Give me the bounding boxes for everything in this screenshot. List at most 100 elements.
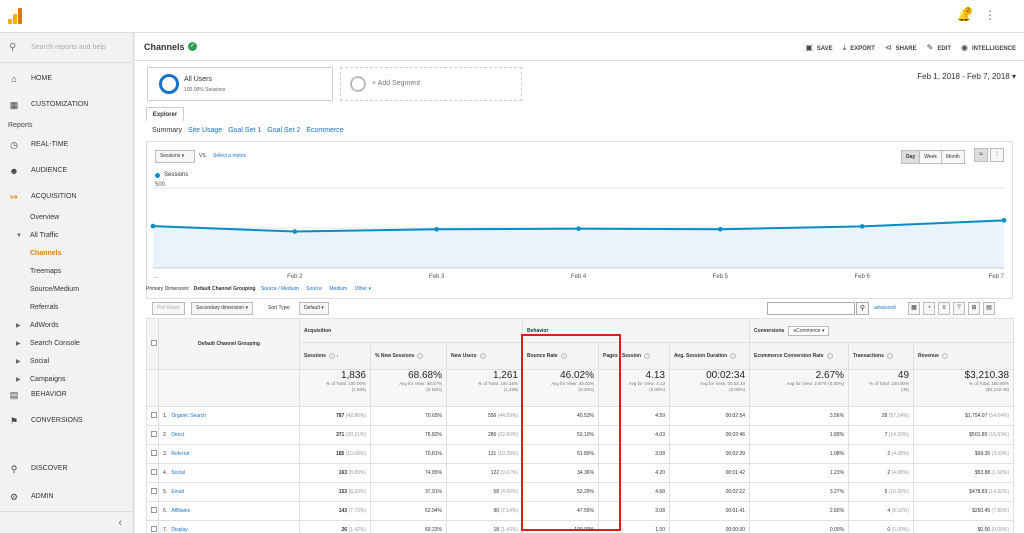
dimension-medium[interactable]: Medium [329,286,347,292]
performance-view-icon[interactable]: ≡ [938,302,950,315]
sidebar-item-conversions[interactable]: ⚑ CONVERSIONS [0,409,134,433]
subtab-goal-set-2[interactable]: Goal Set 2 [267,127,300,134]
help-icon[interactable]: ? [730,353,737,359]
table-cell: 6. Affiliates [158,501,300,521]
x-tick-label: Feb 6 [854,274,870,280]
table-search-icon[interactable]: ⚲ [856,302,869,315]
clock-icon: ◷ [10,140,18,150]
sort-type-dropdown[interactable]: Default ▾ [299,302,329,315]
sidebar-item-audience[interactable]: ☻ AUDIENCE [0,159,134,183]
help-icon[interactable]: ? [644,353,651,359]
table-group-header: Default Channel Grouping Acquisition Beh… [146,318,1015,370]
comparison-view-icon[interactable]: ⊤ [953,302,965,315]
line-chart-icon[interactable]: ≈ [974,148,988,162]
subtab-site-usage[interactable]: Site Usage [188,127,222,134]
select-all-cell[interactable] [146,318,159,370]
help-icon[interactable]: ? [886,353,893,359]
channel-link[interactable]: Referral [171,451,189,457]
month-button[interactable]: Month [941,151,964,163]
table-cell: 163 (8.88%) [299,463,371,483]
week-button[interactable]: Week [920,151,942,163]
help-icon[interactable]: ? [479,353,486,359]
date-range-picker[interactable]: Feb 1, 2018 - Feb 7, 2018 ▾ [917,72,1016,81]
row-checkbox[interactable] [151,488,157,494]
table-search-input[interactable] [767,302,855,315]
edit-button[interactable]: ✎ EDIT [927,43,951,53]
more-options-icon[interactable]: ⋮ [984,9,996,21]
select-metric-link[interactable]: Select a metric [213,153,246,159]
subtab-ecommerce[interactable]: Ecommerce [306,127,343,134]
motion-chart-icon[interactable]: ∶ [990,148,1004,162]
sidebar-search[interactable]: ⚲ Search reports and help [0,33,134,63]
table-cell: 70.81% [370,444,447,464]
pie-view-icon[interactable]: ◔ [923,302,935,315]
revenue-header[interactable]: Revenue? [913,342,1015,370]
dimension-header[interactable]: Default Channel Grouping [158,318,300,370]
conversion-type-dropdown[interactable]: eCommerce ▾ [788,325,830,336]
sidebar-item-home[interactable]: ⌂ HOME [0,67,134,91]
sessions-header[interactable]: Sessions? ↓ [299,342,371,370]
x-tick-label: ... [153,274,158,280]
dimension-source[interactable]: Source [306,286,322,292]
row-checkbox[interactable] [151,507,157,513]
channel-link[interactable]: Display [171,527,187,533]
sidebar-item-realtime[interactable]: ◷ REAL-TIME [0,133,134,157]
plot-rows-button[interactable]: Plot Rows [152,302,185,315]
day-button[interactable]: Day [902,151,921,163]
segment-all-users[interactable]: All Users 100.00% Sessions [147,67,333,101]
help-icon[interactable]: ? [826,353,833,359]
row-checkbox[interactable] [151,526,157,532]
sort-descending-icon[interactable]: ↓ [335,353,339,359]
share-button[interactable]: ⊲ SHARE [885,43,917,53]
transactions-header[interactable]: Transactions? [848,342,915,370]
add-segment-button[interactable]: + Add Segment [340,67,522,101]
channel-link[interactable]: Direct [171,432,184,438]
tab-explorer[interactable]: Explorer [146,107,184,121]
channel-link[interactable]: Affiliates [171,508,190,514]
avg-session-duration-header[interactable]: Avg. Session Duration? [668,342,751,370]
term-cloud-view-icon[interactable]: ⊞ [968,302,980,315]
select-all-checkbox[interactable] [151,340,157,346]
table-cell: 4.20 [598,463,670,483]
sidebar-item-admin[interactable]: ⚙ ADMIN [0,485,134,509]
export-button[interactable]: ⤓ EXPORT [843,43,875,53]
ecommerce-conversion-rate-header[interactable]: Ecommerce Conversion Rate? [749,342,850,370]
channel-link[interactable]: Social [171,470,185,476]
secondary-dimension-dropdown[interactable]: Secondary dimension ▾ [191,302,253,315]
row-checkbox[interactable] [151,431,157,437]
help-icon[interactable]: ? [941,353,948,359]
table-view-icon[interactable]: ▦ [908,302,920,315]
analytics-logo-icon[interactable] [8,8,22,24]
help-icon[interactable]: ? [417,353,424,359]
sidebar: ⚲ Search reports and help ⌂ HOME ▦ CUSTOMI… [0,33,134,533]
dimension-source-medium[interactable]: Source / Medium [261,286,299,292]
dimension-other[interactable]: Other ▾ [355,286,371,292]
advanced-filter-link[interactable]: advanced [874,305,896,311]
bounce-rate-header[interactable]: Bounce Rate? [522,342,599,370]
help-icon[interactable]: ? [560,353,567,359]
sidebar-item-behavior[interactable]: ▤ BEHAVIOR [0,383,134,407]
table-cell: 2. Direct [158,425,300,445]
new-sessions-header[interactable]: % New Sessions? [370,342,447,370]
row-checkbox[interactable] [151,412,157,418]
save-button[interactable]: ▣ SAVE [805,43,832,53]
collapse-sidebar-icon[interactable]: ‹ [0,511,134,533]
search-input[interactable]: Search reports and help [31,44,106,51]
intelligence-button[interactable]: ◉ INTELLIGENCE [961,43,1016,53]
data-point [150,223,156,229]
row-checkbox[interactable] [151,450,157,456]
sidebar-item-discover[interactable]: ⚲ DISCOVER [0,457,134,481]
vs-label: VS. [199,153,208,159]
row-checkbox[interactable] [151,469,157,475]
channel-link[interactable]: Organic Search [171,413,206,419]
new-users-header[interactable]: New Users? [446,342,523,370]
metric-dropdown[interactable]: Sessions ▾ [155,150,195,163]
subtab-summary[interactable]: Summary [152,127,182,134]
sidebar-item-customization[interactable]: ▦ CUSTOMIZATION [0,93,134,117]
channel-link[interactable]: Email [171,489,184,495]
table-row: 7. Display 26 (1.42%) 69.23% 18 (1.43%) 100.… [146,520,1015,533]
pivot-view-icon[interactable]: ▤ [983,302,995,315]
pages-session-header[interactable]: Pages / Session? [598,342,670,370]
x-tick-label: Feb 3 [429,274,445,280]
subtab-goal-set-1[interactable]: Goal Set 1 [228,127,261,134]
